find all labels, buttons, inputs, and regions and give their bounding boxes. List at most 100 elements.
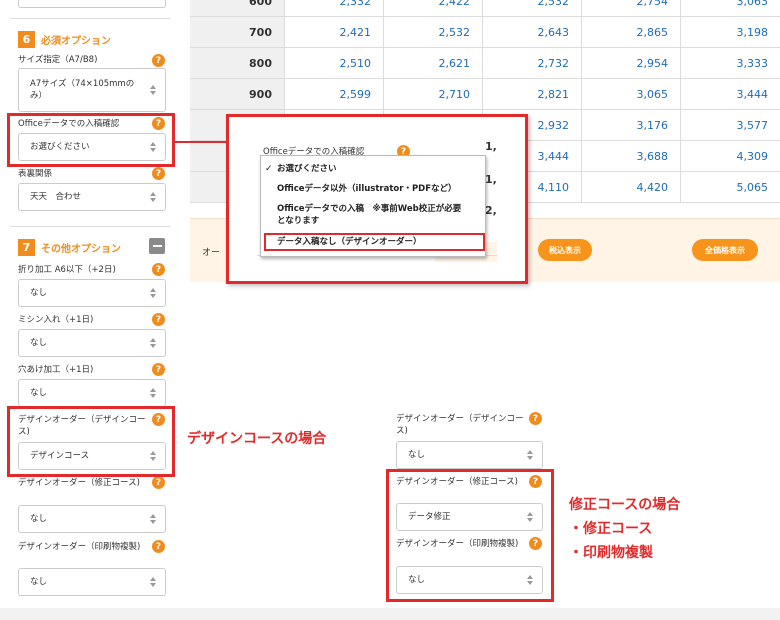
dropdown-zoom-callout: 1, 1, 2, Officeデータでの入稿確認 ? ✓ お選びください Off… bbox=[226, 114, 528, 284]
section-number-badge: 7 bbox=[18, 238, 35, 256]
price-cell[interactable]: 2,532 bbox=[483, 0, 582, 16]
hole-select[interactable]: なし bbox=[18, 379, 166, 407]
example-design-course-help-icon[interactable]: ? bbox=[529, 412, 542, 425]
price-table-row: 700 2,421 2,532 2,643 2,865 3,198 bbox=[190, 17, 780, 48]
select-arrows-icon bbox=[150, 288, 156, 298]
cover-select-value: 天天 合わせ bbox=[30, 192, 82, 202]
options-sidebar: 6 必須オプション サイズ指定（A7/B8) ? A7サイズ（74×105mmの… bbox=[0, 0, 180, 608]
price-cell[interactable]: 3,176 bbox=[582, 110, 681, 140]
perforation-select[interactable]: なし bbox=[18, 329, 166, 357]
highlight-connector bbox=[175, 141, 228, 143]
price-cell[interactable]: 2,821 bbox=[483, 79, 582, 109]
section-divider bbox=[10, 18, 170, 19]
price-table-row: 600 2,332 2,422 2,532 2,754 3,063 bbox=[190, 0, 780, 17]
print-copy-label: デザインオーダー（印刷物複製) bbox=[18, 542, 141, 552]
bar-label: オー bbox=[202, 248, 221, 258]
dropdown-option-continued: となります bbox=[277, 216, 320, 226]
highlight-design-course bbox=[7, 406, 175, 477]
price-cell[interactable]: 3,065 bbox=[582, 79, 681, 109]
fold-select[interactable]: なし bbox=[18, 279, 166, 307]
perforation-label: ミシン入れ（+1日) bbox=[18, 315, 94, 325]
example-design-course-select[interactable]: なし bbox=[396, 441, 543, 469]
fold-label: 折り加工 A6以下（+2日) bbox=[18, 265, 116, 275]
tax-display-button[interactable]: 税込表示 bbox=[538, 239, 592, 261]
collapse-minus-icon[interactable] bbox=[149, 238, 165, 254]
fix-course-select-value: なし bbox=[30, 514, 48, 524]
quantity-cell: 700 bbox=[190, 17, 285, 47]
note-bullet-fix: ・修正コース bbox=[569, 521, 653, 537]
partial-price: 1, bbox=[485, 140, 497, 153]
price-cell[interactable]: 2,510 bbox=[285, 48, 384, 78]
section-title: 必須オプション bbox=[41, 35, 111, 47]
dropdown-option[interactable]: Officeデータ以外（illustrator・PDFなど） bbox=[277, 183, 457, 195]
section-required-options: 6 必須オプション bbox=[18, 30, 111, 48]
price-cell[interactable]: 3,063 bbox=[681, 0, 780, 16]
section-number-badge: 6 bbox=[18, 30, 35, 48]
section-title: その他オプション bbox=[41, 243, 121, 255]
dropdown-option[interactable]: Officeデータでの入稿 ※事前Web校正が必要 bbox=[277, 203, 461, 215]
select-arrows-icon bbox=[150, 514, 156, 524]
perforation-select-value: なし bbox=[30, 338, 48, 348]
price-cell[interactable]: 2,599 bbox=[285, 79, 384, 109]
all-price-display-button[interactable]: 全価格表示 bbox=[692, 239, 758, 261]
note-design-course-case: デザインコースの場合 bbox=[187, 431, 327, 447]
fix-course-label: デザインオーダー（修正コース) bbox=[18, 478, 140, 488]
highlight-fix-and-copy bbox=[386, 469, 554, 602]
example-design-course-label: デザインオーダー（デザインコース) bbox=[396, 414, 524, 436]
price-table-row: 800 2,510 2,621 2,732 2,954 3,333 bbox=[190, 48, 780, 79]
price-cell[interactable]: 3,577 bbox=[681, 110, 780, 140]
quantity-cell: 600 bbox=[190, 0, 285, 16]
price-cell[interactable]: 2,421 bbox=[285, 17, 384, 47]
select-arrows-icon bbox=[150, 577, 156, 587]
note-bullet-print: ・印刷物複製 bbox=[569, 545, 653, 561]
print-copy-select-value: なし bbox=[30, 577, 48, 587]
price-cell[interactable]: 3,688 bbox=[582, 141, 681, 171]
dropdown-option[interactable]: お選びください bbox=[277, 163, 337, 175]
size-label: サイズ指定（A7/B8) bbox=[18, 55, 98, 65]
note-fix-course-case: 修正コースの場合 bbox=[569, 497, 681, 513]
cover-label: 表裏関係 bbox=[18, 169, 53, 179]
print-copy-help-icon[interactable]: ? bbox=[152, 540, 165, 553]
select-arrows-icon bbox=[527, 450, 533, 460]
price-cell[interactable]: 3,444 bbox=[681, 79, 780, 109]
fix-course-help-icon[interactable]: ? bbox=[152, 476, 165, 489]
price-cell[interactable]: 5,065 bbox=[681, 172, 780, 202]
hole-help-icon[interactable]: ? bbox=[152, 363, 165, 376]
quantity-cell: 900 bbox=[190, 79, 285, 109]
fold-help-icon[interactable]: ? bbox=[152, 263, 165, 276]
price-cell[interactable]: 2,621 bbox=[384, 48, 483, 78]
perforation-help-icon[interactable]: ? bbox=[152, 313, 165, 326]
price-cell[interactable]: 2,754 bbox=[582, 0, 681, 16]
checkmark-icon: ✓ bbox=[265, 164, 273, 174]
fix-course-select[interactable]: なし bbox=[18, 505, 166, 533]
office-entry-dropdown-menu: ✓ お選びください Officeデータ以外（illustrator・PDFなど）… bbox=[260, 155, 486, 257]
price-cell[interactable]: 2,643 bbox=[483, 17, 582, 47]
size-select-value: A7サイズ（74×105mmのみ） bbox=[30, 79, 135, 101]
previous-select-field[interactable] bbox=[18, 0, 166, 8]
dropdown-option-selected[interactable]: データ入稿なし（デザインオーダー） bbox=[277, 236, 422, 248]
select-arrows-icon bbox=[150, 388, 156, 398]
price-cell[interactable]: 2,710 bbox=[384, 79, 483, 109]
fold-select-value: なし bbox=[30, 288, 48, 298]
hole-label: 穴あけ加工（+1日) bbox=[18, 365, 94, 375]
cover-help-icon[interactable]: ? bbox=[152, 167, 165, 180]
size-select[interactable]: A7サイズ（74×105mmのみ） bbox=[18, 68, 166, 112]
price-cell[interactable]: 4,309 bbox=[681, 141, 780, 171]
price-cell[interactable]: 4,420 bbox=[582, 172, 681, 202]
section-divider bbox=[10, 226, 170, 227]
price-cell[interactable]: 2,422 bbox=[384, 0, 483, 16]
quantity-cell: 800 bbox=[190, 48, 285, 78]
cover-select[interactable]: 天天 合わせ bbox=[18, 183, 166, 211]
price-cell[interactable]: 3,333 bbox=[681, 48, 780, 78]
price-cell[interactable]: 2,954 bbox=[582, 48, 681, 78]
price-cell[interactable]: 2,532 bbox=[384, 17, 483, 47]
price-cell[interactable]: 2,732 bbox=[483, 48, 582, 78]
price-cell[interactable]: 3,198 bbox=[681, 17, 780, 47]
price-cell[interactable]: 2,865 bbox=[582, 17, 681, 47]
print-copy-select[interactable]: なし bbox=[18, 568, 166, 596]
select-arrows-icon bbox=[150, 85, 156, 95]
hole-select-value: なし bbox=[30, 388, 48, 398]
size-help-icon[interactable]: ? bbox=[152, 54, 165, 67]
price-cell[interactable]: 2,332 bbox=[285, 0, 384, 16]
price-table-row: 900 2,599 2,710 2,821 3,065 3,444 bbox=[190, 79, 780, 110]
